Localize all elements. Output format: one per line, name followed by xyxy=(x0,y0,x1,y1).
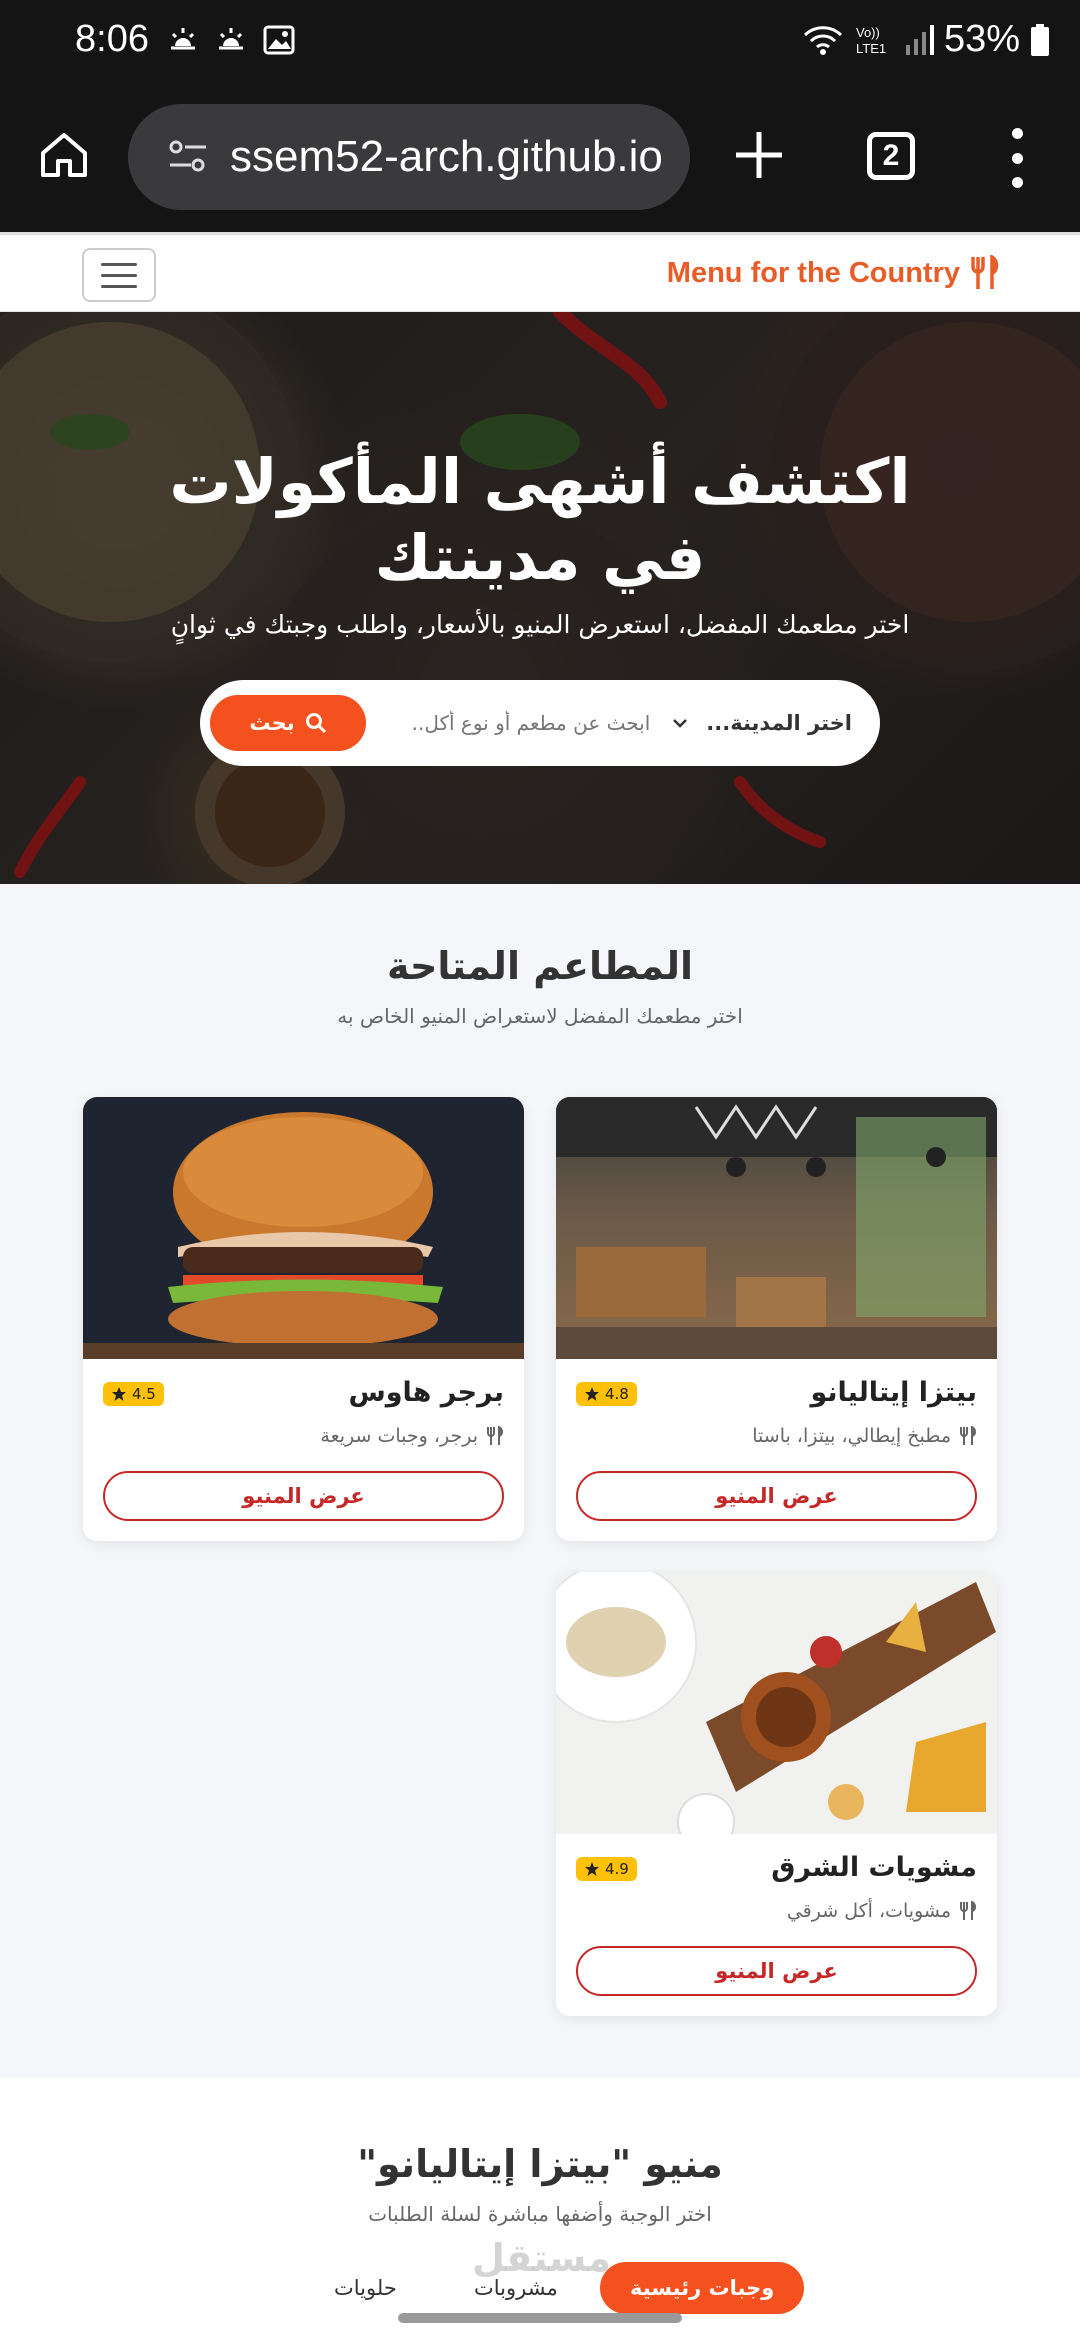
search-form: اختر المدينة... بحث xyxy=(200,680,880,766)
status-time: 8:06 xyxy=(75,18,149,60)
site-settings-icon[interactable] xyxy=(166,135,210,179)
battery-percent: 53% xyxy=(943,18,1020,60)
city-select[interactable]: اختر المدينة... xyxy=(670,711,870,735)
battery-icon xyxy=(1031,23,1049,56)
rating-value: 4.5 xyxy=(132,1385,156,1403)
view-menu-button[interactable]: عرض المنيو xyxy=(576,1471,977,1521)
wifi-icon xyxy=(803,25,842,55)
hero-subtitle: اختر مطعمك المفضل، استعرض المنيو بالأسعا… xyxy=(170,610,910,639)
volte-icon: Vo))LTE1 xyxy=(856,25,886,56)
rating-badge: 4.8 xyxy=(576,1382,637,1406)
search-button-label: بحث xyxy=(249,711,295,735)
utensils-icon xyxy=(960,1426,976,1445)
cuisine-text: مطبخ إيطالي، بيتزا، باستا xyxy=(752,1425,951,1447)
sunrise-icon xyxy=(219,28,243,50)
more-options-icon[interactable] xyxy=(1010,128,1024,188)
restaurant-cuisine: مشويات، أكل شرقي xyxy=(787,1900,977,1922)
new-tab-icon[interactable] xyxy=(730,126,788,184)
tab-desserts[interactable]: حلويات xyxy=(334,2276,397,2300)
view-menu-button[interactable]: عرض المنيو xyxy=(103,1471,504,1521)
brand-logo[interactable]: Menu for the Country xyxy=(667,255,1000,291)
mostaql-watermark: مستقل xyxy=(472,2236,611,2280)
brand-name: Menu for the Country xyxy=(666,256,960,289)
search-icon xyxy=(305,713,326,734)
tab-drinks[interactable]: مشروبات xyxy=(474,2276,558,2300)
restaurant-name: مشويات الشرق xyxy=(771,1852,977,1883)
restaurants-title: المطاعم المتاحة xyxy=(386,944,694,988)
signal-icon xyxy=(905,24,934,55)
restaurants-subtitle: اختر مطعمك المفضل لاستعراض المنيو الخاص … xyxy=(337,1004,743,1028)
star-icon xyxy=(585,1387,599,1401)
star-icon xyxy=(112,1387,126,1401)
tab-switcher-button[interactable]: 2 xyxy=(867,132,915,180)
view-menu-button[interactable]: عرض المنيو xyxy=(576,1946,977,1996)
rating-badge: 4.9 xyxy=(576,1857,637,1881)
city-select-label: اختر المدينة... xyxy=(706,711,852,735)
sunrise-icon xyxy=(171,28,195,50)
restaurant-name: بيتزا إيتاليانو xyxy=(810,1377,977,1408)
restaurant-cuisine: مطبخ إيطالي، بيتزا، باستا xyxy=(752,1425,977,1447)
menu-subtitle: اختر الوجبة وأضفها مباشرة لسلة الطلبات xyxy=(368,2202,712,2226)
tab-main-meals[interactable]: وجبات رئيسية xyxy=(600,2262,805,2314)
cuisine-text: برجر، وجبات سريعة xyxy=(320,1425,478,1447)
restaurant-name: برجر هاوس xyxy=(348,1377,505,1408)
menu-title: منيو "بيتزا إيتاليانو" xyxy=(357,2142,723,2186)
svg-text:LTE1: LTE1 xyxy=(856,41,886,56)
restaurant-cuisine: برجر، وجبات سريعة xyxy=(320,1425,504,1447)
restaurant-card[interactable]: مشويات الشرق 4.9 مشويات، أكل شرقي عرض ال… xyxy=(556,1572,997,2016)
gesture-bar[interactable] xyxy=(398,2313,682,2323)
rating-badge: 4.5 xyxy=(103,1382,164,1406)
home-icon[interactable] xyxy=(38,129,90,181)
hero-title: اكتشف أشهى المأكولات في مدينتك xyxy=(169,445,911,594)
restaurant-card[interactable]: بيتزا إيتاليانو 4.8 مطبخ إيطالي، بيتزا، … xyxy=(556,1097,997,1541)
cuisine-text: مشويات، أكل شرقي xyxy=(786,1900,951,1922)
star-icon xyxy=(585,1862,599,1876)
browser-toolbar: ssem52-arch.github.io 2 xyxy=(0,84,1080,232)
utensils-icon xyxy=(960,1901,976,1920)
restaurant-card[interactable]: برجر هاوس 4.5 برجر، وجبات سريعة عرض المن… xyxy=(83,1097,524,1541)
restaurant-image xyxy=(556,1097,997,1359)
status-bar: 8:06 Vo)) LTE1 53% xyxy=(0,0,1080,84)
chevron-down-icon xyxy=(673,719,688,728)
hero-banner: اكتشف أشهى المأكولات في مدينتك اختر مطعم… xyxy=(0,312,1080,884)
utensils-icon xyxy=(487,1426,503,1445)
search-button[interactable]: بحث xyxy=(210,695,366,751)
rating-value: 4.8 xyxy=(605,1385,629,1403)
search-input[interactable] xyxy=(410,711,651,735)
svg-text:Vo)): Vo)) xyxy=(856,25,880,40)
hamburger-menu-button[interactable] xyxy=(82,248,156,302)
address-bar[interactable]: ssem52-arch.github.io xyxy=(128,104,690,210)
url-text[interactable]: ssem52-arch.github.io xyxy=(230,132,663,182)
restaurant-image xyxy=(83,1097,524,1359)
gallery-icon xyxy=(263,25,295,55)
rating-value: 4.9 xyxy=(605,1860,629,1878)
restaurant-image xyxy=(556,1572,997,1834)
site-navbar: Menu for the Country xyxy=(0,232,1080,312)
utensils-icon xyxy=(971,255,999,289)
